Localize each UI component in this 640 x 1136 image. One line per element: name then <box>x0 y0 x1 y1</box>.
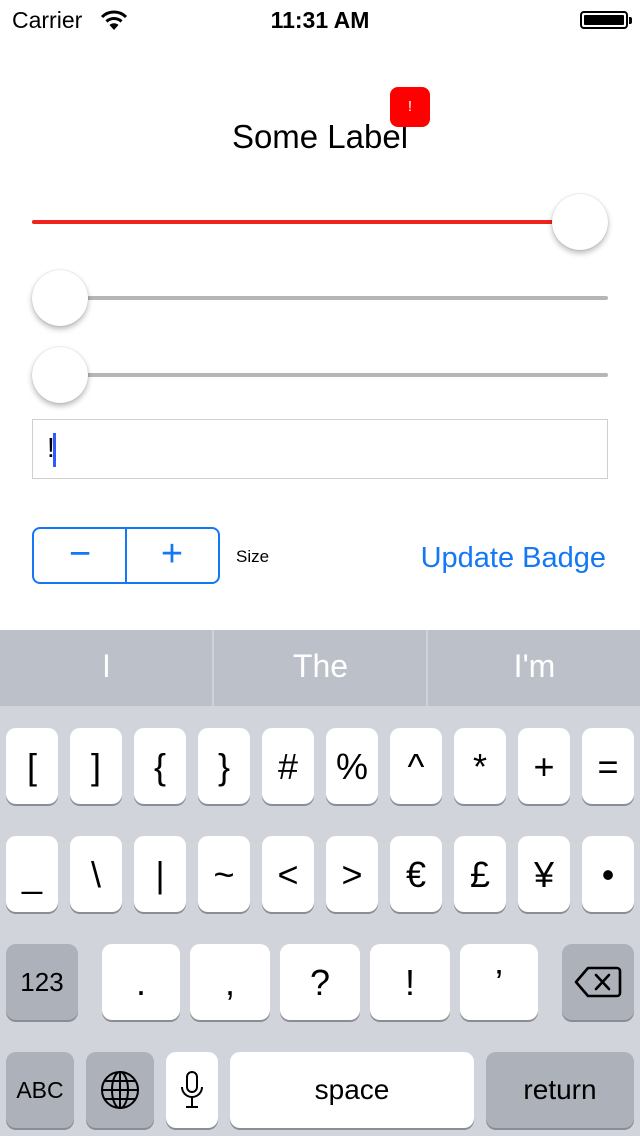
key-abc-mode[interactable]: ABC <box>6 1052 74 1128</box>
prediction-3[interactable]: I'm <box>428 630 640 706</box>
size-stepper[interactable]: − + <box>32 527 220 584</box>
key-underscore[interactable]: _ <box>6 836 58 912</box>
battery-icon <box>580 11 632 29</box>
clock: 11:31 AM <box>270 7 370 33</box>
key-globe[interactable] <box>86 1052 154 1128</box>
key-comma[interactable]: , <box>190 944 270 1020</box>
badge-text-field[interactable]: ! <box>32 419 608 479</box>
badge: ! <box>390 87 430 127</box>
slider-thumb[interactable] <box>552 194 608 250</box>
status-bar: Carrier 11:31 AM <box>0 0 640 40</box>
globe-icon <box>101 1071 139 1109</box>
key-question[interactable]: ? <box>280 944 360 1020</box>
update-badge-button[interactable]: Update Badge <box>421 542 606 575</box>
key-space[interactable]: space <box>230 1052 474 1128</box>
key-pipe[interactable]: | <box>134 836 186 912</box>
key-pound[interactable]: £ <box>454 836 506 912</box>
key-caret[interactable]: ^ <box>390 728 442 804</box>
slider-2[interactable] <box>32 268 608 328</box>
key-tilde[interactable]: ~ <box>198 836 250 912</box>
slider-3[interactable] <box>32 345 608 405</box>
key-return[interactable]: return <box>486 1052 634 1128</box>
key-bullet[interactable]: • <box>582 836 634 912</box>
slider-1[interactable] <box>32 192 608 252</box>
slider-fill <box>32 220 580 224</box>
delete-icon <box>574 966 622 998</box>
some-label: Some Label <box>231 118 409 155</box>
key-yen[interactable]: ¥ <box>518 836 570 912</box>
slider-track <box>32 296 608 300</box>
key-open-bracket[interactable]: [ <box>6 728 58 804</box>
key-euro[interactable]: € <box>390 836 442 912</box>
key-less-than[interactable]: < <box>262 836 314 912</box>
prediction-2[interactable]: The <box>214 630 427 706</box>
key-equals[interactable]: = <box>582 728 634 804</box>
key-microphone[interactable] <box>166 1052 218 1128</box>
key-exclamation[interactable]: ! <box>370 944 450 1020</box>
predictive-bar: I The I'm <box>0 630 640 706</box>
slider-track <box>32 373 608 377</box>
key-greater-than[interactable]: > <box>326 836 378 912</box>
key-open-brace[interactable]: { <box>134 728 186 804</box>
slider-thumb[interactable] <box>32 270 88 326</box>
keyboard: I The I'm [ ] { } # % ^ * + = _ \ | ~ < … <box>0 630 640 1136</box>
key-apostrophe[interactable]: ’ <box>460 944 538 1020</box>
key-plus[interactable]: + <box>518 728 570 804</box>
key-numbers-mode[interactable]: 123 <box>6 944 78 1020</box>
slider-thumb[interactable] <box>32 347 88 403</box>
key-period[interactable]: . <box>102 944 180 1020</box>
stepper-increment-button[interactable]: + <box>126 529 218 582</box>
key-backslash[interactable]: \ <box>70 836 122 912</box>
key-close-bracket[interactable]: ] <box>70 728 122 804</box>
key-asterisk[interactable]: * <box>454 728 506 804</box>
microphone-icon <box>181 1071 203 1108</box>
key-delete[interactable] <box>562 944 634 1020</box>
prediction-1[interactable]: I <box>0 630 213 706</box>
key-close-brace[interactable]: } <box>198 728 250 804</box>
stepper-decrement-button[interactable]: − <box>34 529 126 582</box>
key-hash[interactable]: # <box>262 728 314 804</box>
key-percent[interactable]: % <box>326 728 378 804</box>
text-cursor <box>53 433 56 467</box>
size-label: Size <box>236 547 270 566</box>
